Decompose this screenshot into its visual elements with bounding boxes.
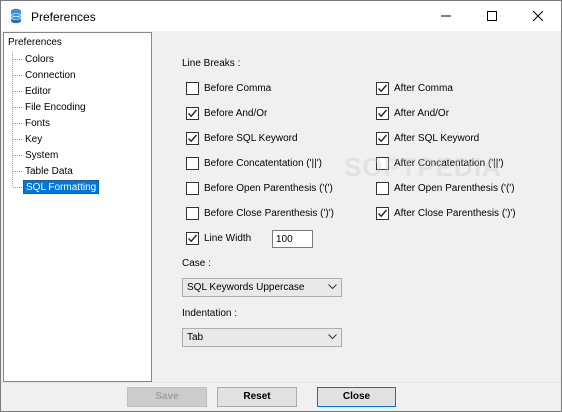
after-sql-keyword-checkbox[interactable] xyxy=(376,132,389,145)
after-comma-label: After Comma xyxy=(394,83,453,94)
line-width-checkbox[interactable] xyxy=(186,232,199,245)
case-selected-value: SQL Keywords Uppercase xyxy=(187,282,305,293)
window-title: Preferences xyxy=(31,10,96,24)
minimize-button[interactable] xyxy=(423,1,469,31)
preferences-tree[interactable]: Preferences Colors Connection Editor Fil… xyxy=(3,32,152,382)
reset-button[interactable]: Reset xyxy=(217,387,297,407)
before-comma-checkbox[interactable] xyxy=(186,82,199,95)
before-open-paren-checkbox[interactable] xyxy=(186,182,199,195)
close-icon xyxy=(533,11,543,21)
after-comma-checkbox[interactable] xyxy=(376,82,389,95)
before-close-paren-checkbox[interactable] xyxy=(186,207,199,220)
tree-item-colors[interactable]: Colors xyxy=(23,53,56,67)
before-open-paren-label: Before Open Parenthesis ('(') xyxy=(204,183,333,194)
after-and-or-label: After And/Or xyxy=(394,108,450,119)
checkmark-icon xyxy=(378,134,388,143)
checkmark-icon xyxy=(378,84,388,93)
before-and-or-label: Before And/Or xyxy=(204,108,268,119)
tree-item-key[interactable]: Key xyxy=(23,133,44,147)
after-sql-keyword-label: After SQL Keyword xyxy=(394,133,480,144)
tree-item-fonts[interactable]: Fonts xyxy=(23,117,52,131)
indentation-select[interactable]: Tab xyxy=(182,328,342,347)
tree-item-editor[interactable]: Editor xyxy=(23,85,53,99)
before-sql-keyword-checkbox[interactable] xyxy=(186,132,199,145)
indentation-selected-value: Tab xyxy=(187,332,204,343)
case-select[interactable]: SQL Keywords Uppercase xyxy=(182,278,342,297)
after-concatenation-label: After Concatentation ('||') xyxy=(394,158,504,169)
after-close-paren-checkbox[interactable] xyxy=(376,207,389,220)
after-open-paren-label: After Open Parenthesis ('(') xyxy=(394,183,515,194)
case-label: Case : xyxy=(182,258,211,269)
tree-item-connection[interactable]: Connection xyxy=(23,69,78,83)
sql-formatting-panel: Line Breaks : Before Comma After Comma B… xyxy=(153,32,561,382)
preferences-window: Preferences Preferences Colors Connectio… xyxy=(0,0,562,412)
checkmark-icon xyxy=(188,134,198,143)
before-sql-keyword-label: Before SQL Keyword xyxy=(204,133,298,144)
line-width-input[interactable]: 100 xyxy=(272,230,313,248)
before-concatenation-label: Before Concatentation ('||') xyxy=(204,158,322,169)
after-concatenation-checkbox[interactable] xyxy=(376,157,389,170)
before-and-or-checkbox[interactable] xyxy=(186,107,199,120)
after-and-or-checkbox[interactable] xyxy=(376,107,389,120)
before-comma-label: Before Comma xyxy=(204,83,272,94)
checkmark-icon xyxy=(378,109,388,118)
minimize-icon xyxy=(441,15,451,17)
checkmark-icon xyxy=(188,234,198,243)
tree-item-system[interactable]: System xyxy=(23,149,60,163)
chevron-down-icon xyxy=(328,334,337,340)
after-open-paren-checkbox[interactable] xyxy=(376,182,389,195)
maximize-button[interactable] xyxy=(469,1,515,31)
close-button[interactable]: Close xyxy=(317,387,396,407)
after-close-paren-label: After Close Parenthesis (')') xyxy=(394,208,516,219)
title-bar[interactable]: Preferences xyxy=(1,1,561,31)
tree-root-preferences[interactable]: Preferences xyxy=(8,37,62,48)
line-width-label: Line Width xyxy=(204,233,252,244)
chevron-down-icon xyxy=(328,284,337,290)
tree-item-table-data[interactable]: Table Data xyxy=(23,165,75,179)
database-icon xyxy=(10,8,22,24)
tree-item-sql-formatting[interactable]: SQL Formatting xyxy=(23,180,100,194)
checkmark-icon xyxy=(188,109,198,118)
maximize-icon xyxy=(487,11,497,21)
line-breaks-heading: Line Breaks : xyxy=(182,58,241,69)
before-close-paren-label: Before Close Parenthesis (')') xyxy=(204,208,334,219)
close-window-button[interactable] xyxy=(515,1,561,31)
footer-separator xyxy=(1,382,561,383)
checkmark-icon xyxy=(378,209,388,218)
tree-item-file-encoding[interactable]: File Encoding xyxy=(23,101,88,115)
save-button[interactable]: Save xyxy=(127,387,207,407)
before-concatenation-checkbox[interactable] xyxy=(186,157,199,170)
indentation-label: Indentation : xyxy=(182,308,238,319)
